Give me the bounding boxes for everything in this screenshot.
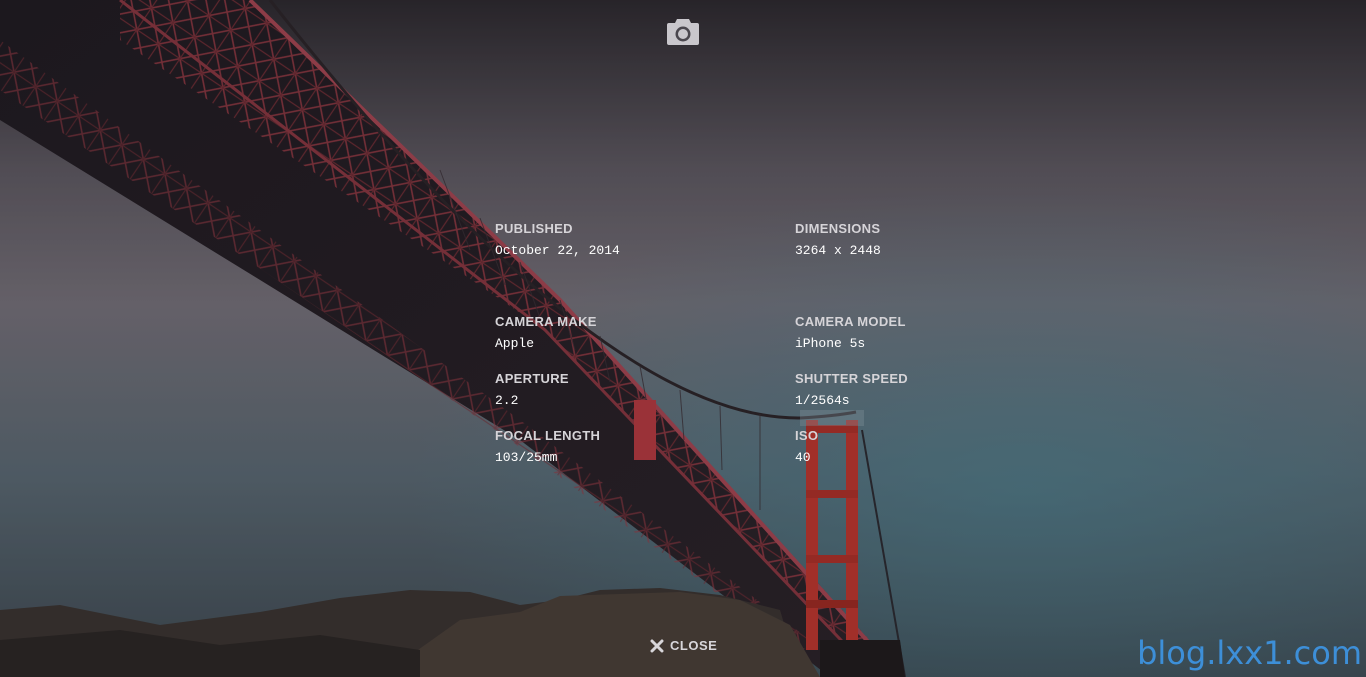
meta-label: ISO	[795, 428, 819, 443]
close-label: CLOSE	[670, 638, 718, 653]
meta-value: 103/25mm	[495, 450, 558, 465]
meta-value: Apple	[495, 336, 535, 351]
close-button[interactable]: CLOSE	[650, 638, 717, 653]
meta-value: October 22, 2014	[495, 243, 620, 258]
meta-label: APERTURE	[495, 371, 569, 386]
meta-aperture: APERTURE 2.2	[495, 371, 755, 409]
meta-value: iPhone 5s	[795, 336, 866, 351]
photo-info-viewer: PUBLISHED October 22, 2014 DIMENSIONS 32…	[0, 0, 1366, 677]
meta-label: CAMERA MODEL	[795, 314, 906, 329]
meta-camera-model: CAMERA MODEL iPhone 5s	[795, 314, 1055, 352]
meta-published: PUBLISHED October 22, 2014	[495, 221, 755, 259]
meta-label: SHUTTER SPEED	[795, 371, 908, 386]
close-icon	[650, 639, 664, 652]
meta-value: 40	[795, 450, 811, 465]
meta-focal-length: FOCAL LENGTH 103/25mm	[495, 428, 755, 466]
meta-value: 1/2564s	[795, 393, 850, 408]
meta-value: 3264 x 2448	[795, 243, 881, 258]
meta-shutter-speed: SHUTTER SPEED 1/2564s	[795, 371, 1055, 409]
meta-label: DIMENSIONS	[795, 221, 881, 236]
watermark: blog.lxx1.com	[1137, 634, 1362, 672]
meta-label: FOCAL LENGTH	[495, 428, 601, 443]
meta-value: 2.2	[495, 393, 519, 408]
meta-iso: ISO 40	[795, 428, 1055, 466]
meta-label: CAMERA MAKE	[495, 314, 597, 329]
meta-dimensions: DIMENSIONS 3264 x 2448	[795, 221, 1055, 259]
camera-icon	[667, 19, 699, 45]
meta-camera-make: CAMERA MAKE Apple	[495, 314, 755, 352]
meta-label: PUBLISHED	[495, 221, 573, 236]
